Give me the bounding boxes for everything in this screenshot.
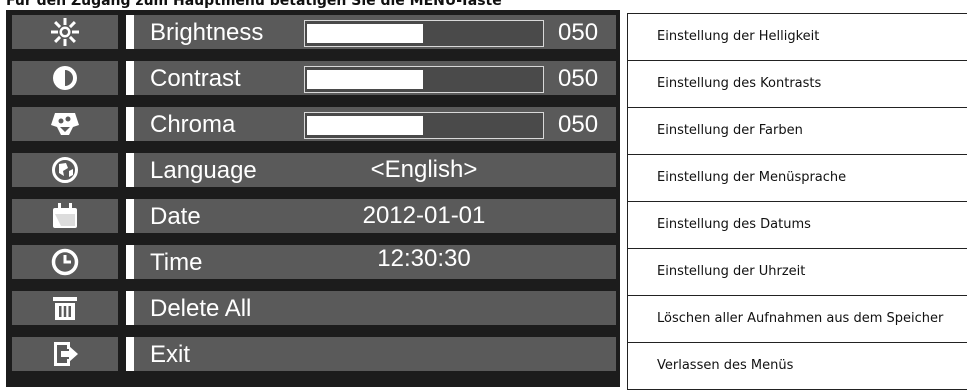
description-chroma: Einstellung der Farben <box>628 108 967 155</box>
time-value[interactable]: 12:30:30 <box>294 242 554 276</box>
separator <box>126 291 134 325</box>
date-label: Date <box>150 199 201 233</box>
separator <box>126 107 134 141</box>
trash-icon <box>50 293 80 323</box>
brightness-value: 050 <box>558 15 598 49</box>
delete-all-label: Delete All <box>150 291 251 325</box>
chroma-label: Chroma <box>150 107 235 141</box>
description-exit: Verlassen des Menüs <box>628 343 967 390</box>
description-contrast: Einstellung des Kontrasts <box>628 61 967 108</box>
menu-row-delete-all[interactable]: Delete All <box>6 286 620 330</box>
chroma-value: 050 <box>558 107 598 141</box>
menu-row-brightness[interactable]: Brightness 050 <box>6 10 620 54</box>
contrast-icon <box>50 63 80 93</box>
osd-menu: Brightness 050 Contrast 050 <box>6 10 620 387</box>
globe-icon <box>50 155 80 185</box>
contrast-label: Contrast <box>150 61 241 95</box>
date-value[interactable]: 2012-01-01 <box>294 199 554 233</box>
clock-icon <box>50 247 80 277</box>
calendar-icon <box>50 201 80 231</box>
description-date: Einstellung des Datums <box>628 202 967 249</box>
description-language: Einstellung der Menüsprache <box>628 155 967 202</box>
separator <box>126 199 134 233</box>
description-table: Einstellung der Helligkeit Einstellung d… <box>627 13 967 390</box>
menu-row-time[interactable]: Time 12:30:30 <box>6 240 620 284</box>
menu-row-contrast[interactable]: Contrast 050 <box>6 56 620 100</box>
separator <box>126 15 134 49</box>
menu-row-language[interactable]: Language <English> <box>6 148 620 192</box>
separator <box>126 337 134 371</box>
brightness-slider-fill <box>307 24 423 43</box>
menu-row-date[interactable]: Date 2012-01-01 <box>6 194 620 238</box>
separator <box>126 153 134 187</box>
contrast-value: 050 <box>558 61 598 95</box>
chroma-slider[interactable] <box>304 112 544 139</box>
exit-icon <box>50 339 80 369</box>
description-time: Einstellung der Uhrzeit <box>628 249 967 296</box>
language-value[interactable]: <English> <box>294 153 554 187</box>
exit-label: Exit <box>150 337 190 371</box>
brightness-label: Brightness <box>150 15 263 49</box>
separator <box>126 245 134 279</box>
chroma-icon <box>49 109 81 139</box>
contrast-slider[interactable] <box>304 66 544 93</box>
chroma-slider-fill <box>307 116 423 135</box>
time-label: Time <box>150 245 202 279</box>
top-caption: Für den Zugang zum Hauptmenü betätigen S… <box>6 0 502 9</box>
language-label: Language <box>150 153 257 187</box>
brightness-slider[interactable] <box>304 20 544 47</box>
contrast-slider-fill <box>307 70 423 89</box>
menu-row-exit[interactable]: Exit <box>6 332 620 376</box>
description-delete-all: Löschen aller Aufnahmen aus dem Speicher <box>628 296 967 343</box>
menu-row-chroma[interactable]: Chroma 050 <box>6 102 620 146</box>
description-brightness: Einstellung der Helligkeit <box>628 14 967 61</box>
separator <box>126 61 134 95</box>
sun-icon <box>50 17 80 47</box>
